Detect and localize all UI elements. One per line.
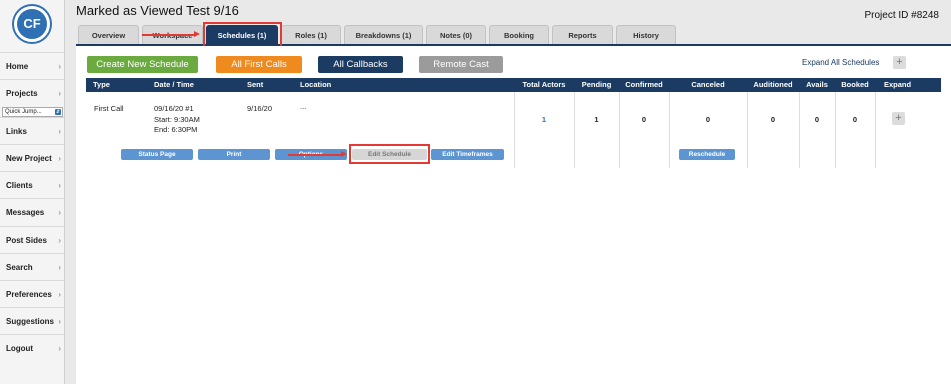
schedule-start-time: Start: 9:30AM — [154, 115, 200, 124]
schedule-type: First Call — [94, 104, 124, 113]
reschedule-button[interactable]: Reschedule — [679, 149, 735, 160]
column-divider — [835, 92, 836, 168]
chevron-right-icon: › — [58, 317, 61, 326]
create-new-schedule-button[interactable]: Create New Schedule — [87, 56, 198, 73]
sidebar-item-label: Home — [6, 62, 29, 71]
column-header-canceled: Canceled — [691, 80, 725, 89]
table-row: First Call 09/16/20 #1 Start: 9:30AM End… — [86, 92, 941, 168]
annotation-arrow-head — [194, 31, 200, 37]
column-header-type: Type — [93, 80, 110, 89]
sidebar-item-label: Suggestions — [6, 317, 55, 326]
schedule-table-header: Type Date / Time Sent Location Total Act… — [86, 78, 941, 92]
sidebar-item-label: Search — [6, 263, 33, 272]
sidebar-item-label: Links — [6, 127, 27, 136]
column-divider — [619, 92, 620, 168]
avails-count: 0 — [814, 115, 820, 124]
chevron-right-icon: › — [58, 290, 61, 299]
remote-cast-button[interactable]: Remote Cast — [419, 56, 503, 73]
sidebar-item-post-sides[interactable]: Post Sides › — [0, 226, 65, 253]
column-header-pending: Pending — [581, 80, 612, 89]
quick-jump-select[interactable]: Quick Jump... ⇵ — [2, 107, 63, 117]
column-header-auditioned: Auditioned — [753, 80, 793, 89]
column-header-total-actors: Total Actors — [522, 80, 566, 89]
project-id-label: Project ID #8248 — [864, 10, 940, 21]
sidebar-item-label: Preferences — [6, 290, 52, 299]
quick-jump-label: Quick Jump... — [5, 109, 42, 115]
all-first-calls-button[interactable]: All First Calls — [216, 56, 302, 73]
booked-count: 0 — [852, 115, 858, 124]
column-divider — [514, 92, 515, 168]
column-header-booked: Booked — [841, 80, 869, 89]
column-divider — [747, 92, 748, 168]
tab-booking[interactable]: Booking — [489, 25, 549, 44]
column-divider — [875, 92, 876, 168]
chevron-right-icon: › — [58, 263, 61, 272]
sidebar-item-preferences[interactable]: Preferences › — [0, 280, 65, 307]
edit-timeframes-button[interactable]: Edit Timeframes — [431, 149, 504, 160]
print-button[interactable]: Print — [198, 149, 270, 160]
sidebar-item-search[interactable]: Search › — [0, 253, 65, 280]
column-header-expand: Expand — [883, 80, 912, 89]
chevron-right-icon: › — [58, 181, 61, 190]
chevron-right-icon: › — [58, 344, 61, 353]
tab-notes[interactable]: Notes (0) — [426, 25, 486, 44]
status-page-button[interactable]: Status Page — [121, 149, 193, 160]
column-header-sent: Sent — [247, 80, 264, 89]
sidebar-item-label: Post Sides — [6, 236, 47, 245]
expand-row-plus-icon[interactable]: + — [892, 112, 905, 125]
confirmed-count: 0 — [641, 115, 647, 124]
schedule-end-time: End: 6:30PM — [154, 125, 198, 134]
chevron-right-icon: › — [58, 127, 61, 136]
schedules-panel: Create New Schedule All First Calls All … — [76, 46, 951, 384]
sidebar: CF Home › Projects › Quick Jump... ⇵ Lin… — [0, 0, 65, 384]
column-divider — [799, 92, 800, 168]
column-header-location: Location — [300, 80, 332, 89]
sidebar-item-home[interactable]: Home › — [0, 52, 65, 79]
tab-history[interactable]: History — [616, 25, 676, 44]
annotation-arrow-line — [142, 34, 194, 36]
chevron-right-icon: › — [58, 208, 61, 217]
tab-reports[interactable]: Reports — [552, 25, 613, 44]
annotation-arrow-head — [341, 151, 347, 157]
sidebar-item-label: New Project — [6, 154, 52, 163]
sidebar-item-links[interactable]: Links › — [0, 117, 65, 144]
sidebar-item-new-project[interactable]: New Project › — [0, 144, 65, 171]
tab-overview[interactable]: Overview — [78, 25, 139, 44]
all-callbacks-button[interactable]: All Callbacks — [318, 56, 403, 73]
sidebar-item-suggestions[interactable]: Suggestions › — [0, 307, 65, 334]
column-header-confirmed: Confirmed — [625, 80, 663, 89]
column-header-date-time: Date / Time — [154, 80, 194, 89]
sidebar-item-projects[interactable]: Projects › — [0, 79, 65, 106]
app-logo[interactable]: CF — [14, 6, 50, 42]
schedule-sent-date: 9/16/20 — [247, 104, 273, 113]
column-divider — [574, 92, 575, 168]
dropdown-arrow-icon: ⇵ — [55, 109, 61, 115]
plus-icon[interactable]: + — [893, 56, 906, 69]
schedule-date: 09/16/20 #1 — [154, 104, 194, 113]
sidebar-item-logout[interactable]: Logout › — [0, 334, 65, 361]
chevron-right-icon: › — [58, 236, 61, 245]
page-title: Marked as Viewed Test 9/16 — [76, 3, 239, 18]
sidebar-item-label: Clients — [6, 181, 33, 190]
tab-roles[interactable]: Roles (1) — [281, 25, 341, 44]
canceled-count: 0 — [705, 115, 711, 124]
schedule-location: ... — [300, 102, 307, 111]
tab-breakdowns[interactable]: Breakdowns (1) — [344, 25, 423, 44]
sidebar-item-label: Projects — [6, 89, 38, 98]
annotation-highlight-box — [349, 144, 430, 164]
auditioned-count: 0 — [770, 115, 776, 124]
column-divider — [669, 92, 670, 168]
expand-all-schedules-link[interactable]: Expand All Schedules — [802, 58, 879, 67]
chevron-right-icon: › — [58, 62, 61, 71]
column-header-avails: Avails — [806, 80, 828, 89]
total-actors-count[interactable]: 1 — [514, 115, 574, 124]
sidebar-item-label: Messages — [6, 208, 45, 217]
pending-count: 1 — [594, 115, 599, 124]
sidebar-item-messages[interactable]: Messages › — [0, 198, 65, 225]
chevron-right-icon: › — [58, 89, 61, 98]
chevron-right-icon: › — [58, 154, 61, 163]
sidebar-item-label: Logout — [6, 344, 34, 353]
annotation-arrow-line — [288, 154, 341, 156]
sidebar-item-clients[interactable]: Clients › — [0, 171, 65, 198]
